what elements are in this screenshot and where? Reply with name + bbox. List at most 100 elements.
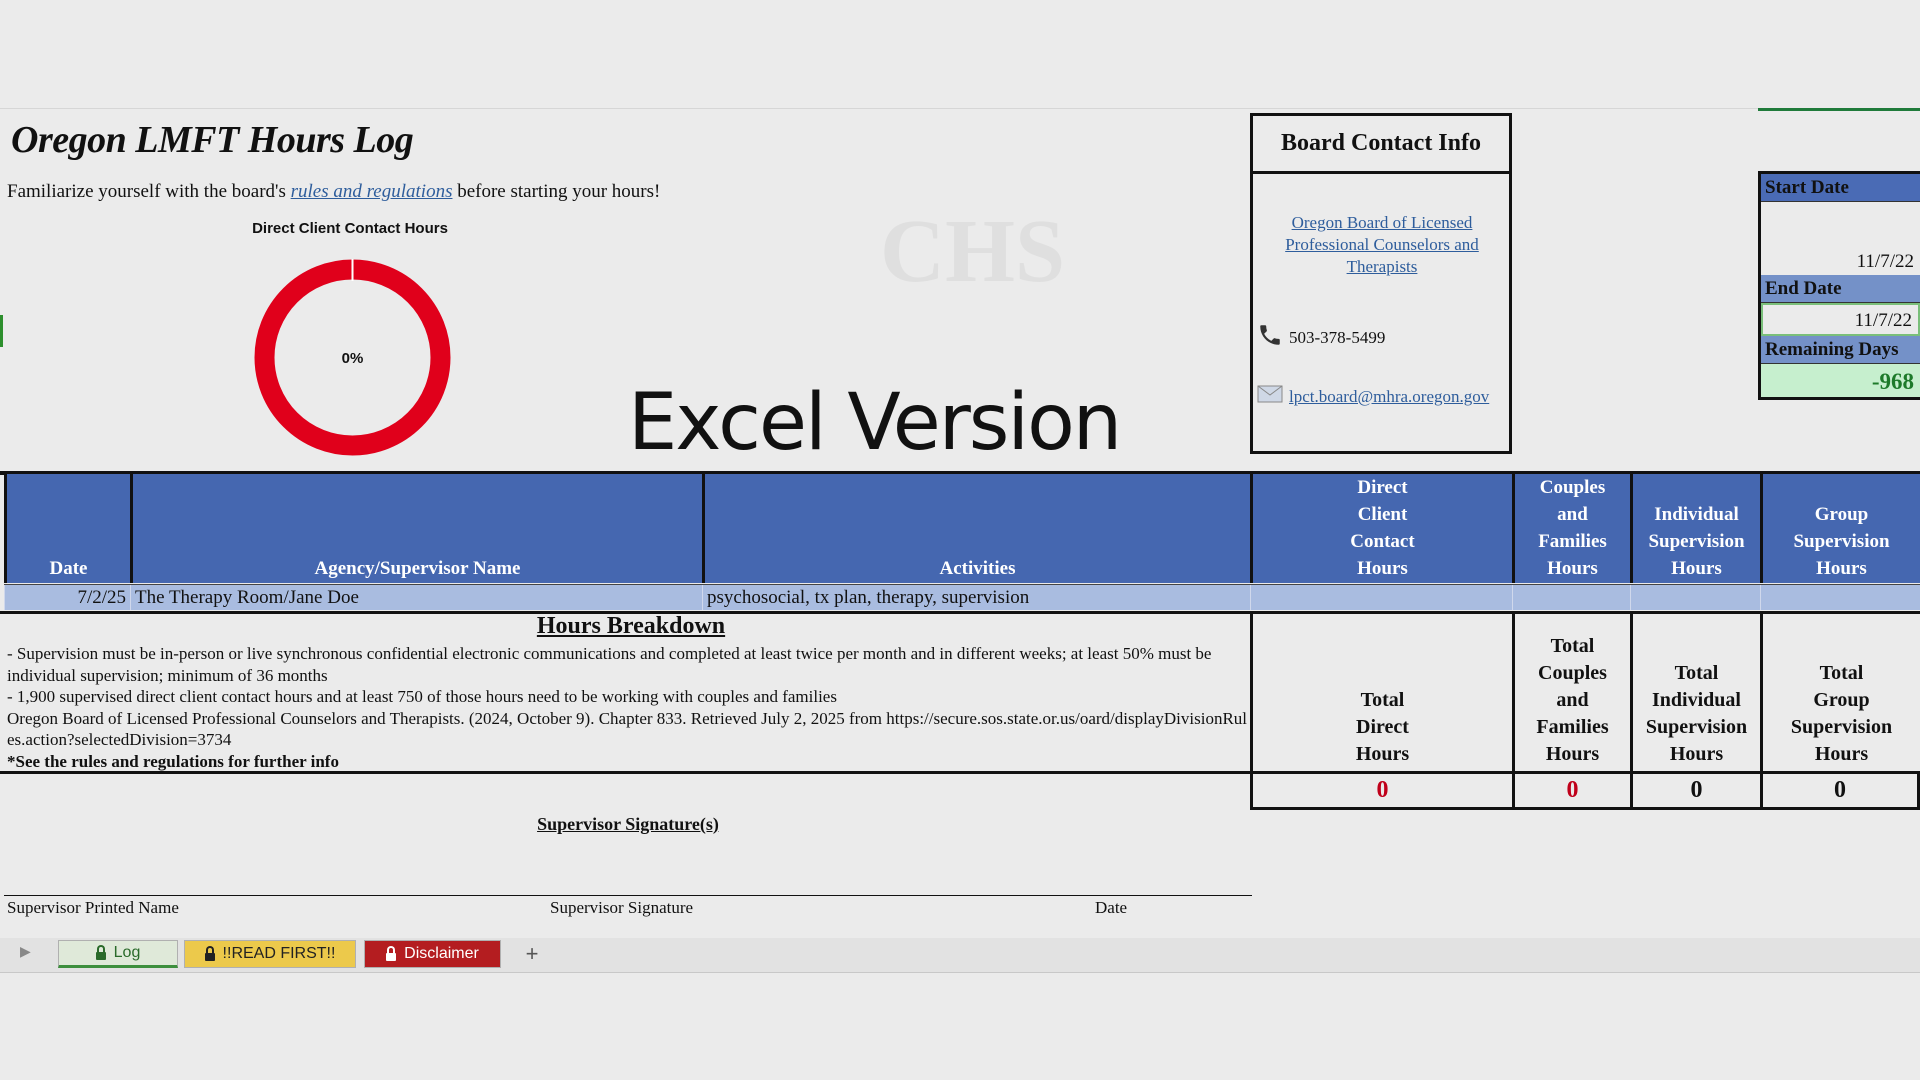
total-individual-line: Individual bbox=[1652, 689, 1741, 711]
add-sheet-button[interactable]: + bbox=[514, 940, 550, 968]
remaining-days-label: Remaining Days bbox=[1761, 336, 1920, 364]
end-date-label: End Date bbox=[1761, 275, 1920, 303]
row-group-hours[interactable] bbox=[1760, 585, 1920, 610]
row-couples-hours[interactable] bbox=[1512, 585, 1630, 610]
header-activities[interactable]: Activities bbox=[702, 474, 1250, 583]
subtitle-post: before starting your hours! bbox=[452, 181, 661, 202]
header-direct-label: Direct Client Contact Hours bbox=[1350, 474, 1414, 582]
total-group-line: Total bbox=[1819, 662, 1864, 684]
header-group-line: Hours bbox=[1816, 558, 1867, 579]
row-date[interactable]: 7/2/25 bbox=[4, 585, 130, 610]
subtitle: Familiarize yourself with the board's ru… bbox=[7, 181, 660, 203]
total-couples-line: Hours bbox=[1545, 743, 1600, 765]
logo-watermark: CHS bbox=[880, 202, 1066, 301]
row-activities[interactable]: psychosocial, tx plan, therapy, supervis… bbox=[702, 585, 1250, 610]
row-direct-hours[interactable] bbox=[1250, 585, 1512, 610]
total-group-value[interactable]: 0 bbox=[1760, 774, 1920, 810]
page-title: Oregon LMFT Hours Log bbox=[11, 119, 414, 161]
header-couples-line: Hours bbox=[1547, 558, 1598, 579]
header-individual-line: Individual bbox=[1654, 504, 1739, 525]
total-group-line: Supervision bbox=[1790, 716, 1893, 738]
lock-icon bbox=[386, 945, 397, 961]
start-date-value[interactable]: 11/7/22 bbox=[1761, 202, 1920, 275]
total-direct-line: Total bbox=[1360, 689, 1405, 711]
active-row-indicator bbox=[0, 315, 3, 347]
header-direct-line: Direct bbox=[1357, 477, 1408, 498]
lock-icon bbox=[95, 944, 106, 960]
start-date-label: Start Date bbox=[1761, 174, 1920, 202]
breakdown-line: - 1,900 supervised direct client contact… bbox=[7, 687, 837, 706]
selected-cell-indicator bbox=[1758, 108, 1920, 111]
total-couples-line: Total bbox=[1550, 635, 1595, 657]
total-individual-line: Total bbox=[1674, 662, 1719, 684]
total-group-line: Group bbox=[1813, 689, 1870, 711]
header-group-line: Group bbox=[1814, 504, 1869, 525]
total-couples-line: Families bbox=[1536, 716, 1609, 738]
total-couples-line: Couples bbox=[1538, 662, 1607, 684]
date-label: Date bbox=[1095, 898, 1128, 917]
signature-label: Supervisor Signature bbox=[550, 898, 694, 917]
donut-label: 0% bbox=[342, 350, 364, 367]
total-direct-value[interactable]: 0 bbox=[1250, 774, 1512, 810]
tab-disclaimer[interactable]: Disclaimer bbox=[364, 940, 501, 968]
board-email-address[interactable]: lpct.board@mhra.oregon.gov bbox=[1289, 387, 1489, 407]
excel-version-overlay: Excel Version bbox=[628, 378, 1122, 468]
board-contact-heading: Board Contact Info bbox=[1253, 116, 1509, 174]
tab-disclaimer-label: Disclaimer bbox=[404, 945, 479, 962]
total-couples-line: and bbox=[1556, 689, 1589, 711]
header-couples-hours[interactable]: Couples and Families Hours bbox=[1512, 474, 1630, 583]
tab-log-label: Log bbox=[113, 944, 141, 961]
table-row[interactable]: 7/2/25 The Therapy Room/Jane Doe psychos… bbox=[4, 584, 1920, 610]
supervisor-signature-title: Supervisor Signature(s) bbox=[537, 814, 719, 834]
row-agency[interactable]: The Therapy Room/Jane Doe bbox=[130, 585, 702, 610]
header-group-hours[interactable]: Group Supervision Hours bbox=[1760, 474, 1920, 583]
hours-breakdown-text: - Supervision must be in-person or live … bbox=[7, 643, 1247, 772]
tab-log[interactable]: Log bbox=[58, 940, 178, 968]
hours-breakdown-title: Hours Breakdown bbox=[536, 613, 726, 639]
breakdown-citation: Oregon Board of Licensed Professional Co… bbox=[7, 708, 1248, 750]
date-panel: Start Date 11/7/22 End Date 11/7/22 Rema… bbox=[1758, 171, 1920, 400]
total-individual-value[interactable]: 0 bbox=[1630, 774, 1760, 810]
printed-name-label: Supervisor Printed Name bbox=[7, 898, 179, 917]
tab-read-first-label: !!READ FIRST!! bbox=[222, 945, 336, 962]
header-individual-hours[interactable]: Individual Supervision Hours bbox=[1630, 474, 1760, 583]
header-direct-line: Contact bbox=[1350, 531, 1415, 552]
total-individual-line: Supervision bbox=[1645, 716, 1748, 738]
signature-line bbox=[4, 895, 1252, 896]
total-individual-label: Total Individual Supervision Hours bbox=[1630, 611, 1760, 774]
header-individual-label: Individual Supervision Hours bbox=[1648, 501, 1744, 582]
header-couples-line: and bbox=[1557, 504, 1588, 525]
phone-icon bbox=[1257, 322, 1283, 353]
header-date-label: Date bbox=[49, 558, 88, 579]
remaining-days-value[interactable]: -968 bbox=[1761, 364, 1920, 397]
total-couples-label: Total Couples and Families Hours bbox=[1512, 611, 1630, 774]
row-individual-hours[interactable] bbox=[1630, 585, 1760, 610]
header-date[interactable]: Date bbox=[4, 474, 130, 583]
header-direct-hours[interactable]: Direct Client Contact Hours bbox=[1250, 474, 1512, 583]
header-couples-line: Families bbox=[1538, 531, 1607, 552]
end-date-value[interactable]: 11/7/22 bbox=[1761, 303, 1920, 336]
donut-chart-title: Direct Client Contact Hours bbox=[252, 220, 448, 237]
breakdown-line: - Supervision must be in-person or live … bbox=[7, 644, 1212, 685]
subtitle-pre: Familiarize yourself with the board's bbox=[7, 181, 291, 202]
header-individual-line: Hours bbox=[1671, 558, 1722, 579]
header-couples-label: Couples and Families Hours bbox=[1538, 474, 1607, 582]
donut-chart[interactable]: 0% bbox=[250, 255, 455, 460]
header-group-label: Group Supervision Hours bbox=[1793, 501, 1889, 582]
rules-link[interactable]: rules and regulations bbox=[291, 181, 453, 202]
total-direct-line: Hours bbox=[1355, 743, 1410, 765]
header-activities-label: Activities bbox=[939, 558, 1016, 579]
total-individual-line: Hours bbox=[1669, 743, 1724, 765]
header-agency[interactable]: Agency/Supervisor Name bbox=[130, 474, 702, 583]
tab-read-first[interactable]: !!READ FIRST!! bbox=[184, 940, 356, 968]
total-group-label: Total Group Supervision Hours bbox=[1760, 611, 1920, 774]
sheet-tab-bar: Log !!READ FIRST!! Disclaimer + bbox=[0, 938, 1920, 973]
total-couples-value[interactable]: 0 bbox=[1512, 774, 1630, 810]
sheet-nav-right-icon[interactable]: ▶ bbox=[20, 944, 31, 961]
header-direct-line: Hours bbox=[1357, 558, 1408, 579]
breakdown-note: *See the rules and regulations for furth… bbox=[7, 751, 339, 771]
board-email[interactable]: lpct.board@mhra.oregon.gov bbox=[1257, 384, 1489, 409]
board-website-link[interactable]: Oregon Board of Licensed Professional Co… bbox=[1263, 212, 1501, 278]
total-group-line: Hours bbox=[1814, 743, 1869, 765]
lock-icon bbox=[204, 945, 215, 961]
